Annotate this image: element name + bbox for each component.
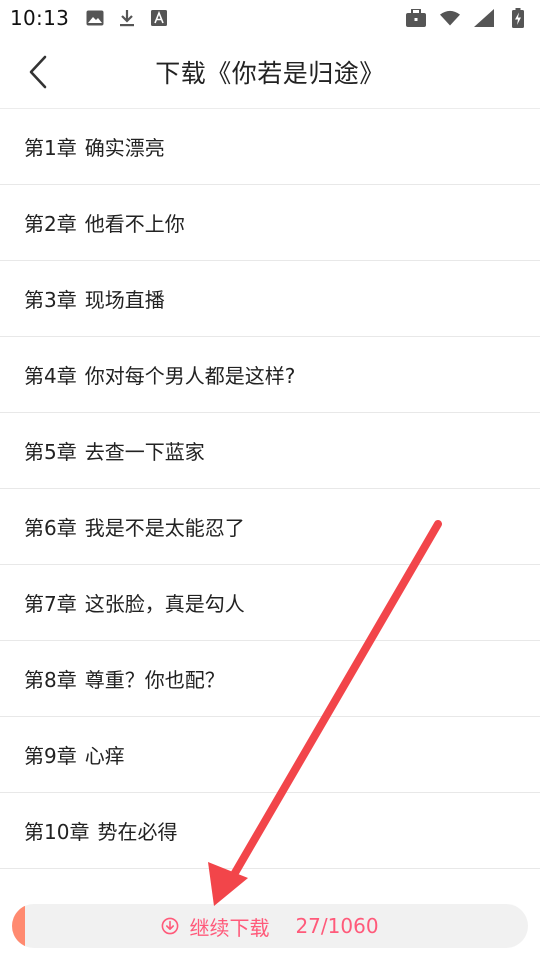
chapter-number: 第4章 [24, 364, 77, 388]
chapter-item[interactable]: 第2章 他看不上你 [0, 185, 540, 261]
chapter-number: 第2章 [24, 212, 77, 236]
chapter-item[interactable]: 第8章 尊重？你也配？ [0, 641, 540, 717]
image-icon [85, 8, 105, 28]
chapter-title: 我是不是太能忍了 [84, 516, 245, 540]
chapter-item[interactable]: 第1章 确实漂亮 [0, 109, 540, 185]
header: 下载《你若是归途》 [0, 36, 540, 108]
download-progress-text: 27/1060 [295, 914, 379, 938]
chapter-number: 第3章 [24, 288, 77, 312]
briefcase-icon [406, 8, 426, 28]
chapter-title: 他看不上你 [84, 212, 185, 236]
signal-icon [474, 8, 494, 28]
page-title: 下载《你若是归途》 [155, 59, 385, 88]
chapter-number: 第1章 [24, 136, 77, 160]
screen: 10:13 下载《你若是归途》 第1章 确实漂亮 第2章 他看不上你 第3章 现… [0, 0, 540, 960]
status-time: 10:13 [10, 6, 70, 30]
chapter-title: 心痒 [84, 744, 125, 768]
chapter-number: 第9章 [24, 744, 77, 768]
chapter-title: 现场直播 [84, 288, 165, 312]
download-circle-icon [162, 917, 179, 935]
status-bar: 10:13 [0, 0, 540, 36]
chapter-item[interactable]: 第9章 心痒 [0, 717, 540, 793]
chapter-item[interactable]: 第7章 这张脸，真是勾人 [0, 565, 540, 641]
download-icon [117, 8, 137, 28]
chapter-item[interactable]: 第10章 势在必得 [0, 793, 540, 869]
chapter-list: 第1章 确实漂亮 第2章 他看不上你 第3章 现场直播 第4章 你对每个男人都是… [0, 108, 540, 869]
chapter-title: 确实漂亮 [84, 136, 165, 160]
chevron-left-icon [29, 55, 47, 89]
chapter-number: 第8章 [24, 668, 77, 692]
font-a-icon [149, 8, 169, 28]
chapter-number: 第5章 [24, 440, 77, 464]
chapter-title: 你对每个男人都是这样? [84, 364, 296, 388]
chapter-title: 去查一下蓝家 [84, 440, 205, 464]
chapter-item[interactable]: 第3章 现场直播 [0, 261, 540, 337]
chapter-number: 第7章 [24, 592, 77, 616]
wifi-icon [440, 8, 460, 28]
chapter-title: 势在必得 [97, 820, 178, 844]
continue-download-button[interactable]: 继续下载 27/1060 [12, 904, 528, 948]
chapter-number: 第6章 [24, 516, 77, 540]
download-content: 继续下载 27/1060 [12, 904, 528, 948]
chapter-title: 这张脸，真是勾人 [84, 592, 245, 616]
chapter-item[interactable]: 第4章 你对每个男人都是这样? [0, 337, 540, 413]
battery-charging-icon [508, 8, 528, 28]
chapter-item[interactable]: 第5章 去查一下蓝家 [0, 413, 540, 489]
chapter-number: 第10章 [24, 820, 90, 844]
chapter-item[interactable]: 第6章 我是不是太能忍了 [0, 489, 540, 565]
back-button[interactable] [18, 50, 58, 94]
status-left: 10:13 [10, 6, 169, 30]
status-right [406, 8, 528, 28]
download-label: 继续下载 [189, 915, 270, 940]
chapter-title: 尊重？你也配？ [84, 668, 225, 692]
